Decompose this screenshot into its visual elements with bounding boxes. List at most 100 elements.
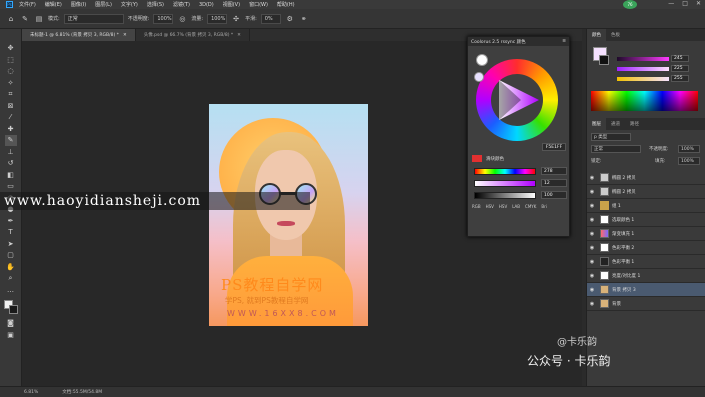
screen-mode-icon[interactable]: ▣ xyxy=(5,330,17,341)
secondary-color-dot[interactable] xyxy=(474,72,484,82)
primary-color-dot[interactable] xyxy=(476,54,488,66)
home-icon[interactable]: ⌂ xyxy=(6,14,16,24)
history-brush-icon[interactable]: ↺ xyxy=(5,158,17,169)
menu-view[interactable]: 视图(V) xyxy=(223,1,240,8)
airbrush-icon[interactable]: ✣ xyxy=(231,14,241,24)
mode-tab[interactable]: HSV xyxy=(486,204,494,209)
green-channel-slider[interactable] xyxy=(617,67,669,71)
tab-paths[interactable]: 路径 xyxy=(625,118,644,130)
tab-layers[interactable]: 图层 xyxy=(587,118,606,130)
stamp-tool-icon[interactable]: ⊥ xyxy=(5,147,17,158)
mode-tab[interactable]: LAB xyxy=(512,204,520,209)
layer-row-active[interactable]: ◉ 背景 拷贝 3 xyxy=(587,283,705,297)
flow-input[interactable]: 100% xyxy=(207,13,228,24)
pen-tool-icon[interactable]: ✒ xyxy=(5,216,17,227)
maximize-icon[interactable]: □ xyxy=(682,0,688,7)
blue-channel-slider[interactable] xyxy=(617,77,669,81)
more-tools-icon[interactable]: … xyxy=(5,285,17,296)
symmetry-icon[interactable]: ⚭ xyxy=(299,14,309,24)
marquee-tool-icon[interactable]: ⬚ xyxy=(5,55,17,66)
fill-input[interactable]: 100% xyxy=(678,157,700,165)
minimize-icon[interactable]: — xyxy=(668,0,674,7)
zoom-tool-icon[interactable]: ⌕ xyxy=(5,273,17,284)
frame-tool-icon[interactable]: ⊠ xyxy=(5,101,17,112)
type-tool-icon[interactable]: T xyxy=(5,227,17,238)
gradient-tool-icon[interactable]: ▭ xyxy=(5,181,17,192)
layer-row[interactable]: ◉ 选取颜色 1 xyxy=(587,213,705,227)
visibility-eye-icon[interactable]: ◉ xyxy=(587,231,597,237)
saturation-field[interactable]: 12 xyxy=(541,179,567,187)
pressure-opacity-icon[interactable]: ◎ xyxy=(177,14,187,24)
menu-help[interactable]: 帮助(H) xyxy=(277,1,295,8)
visibility-eye-icon[interactable]: ◉ xyxy=(587,189,597,195)
panel-menu-icon[interactable]: ≡ xyxy=(562,39,566,44)
menu-edit[interactable]: 编辑(E) xyxy=(45,1,62,8)
tab-channels[interactable]: 通道 xyxy=(606,118,625,130)
layer-opacity-input[interactable]: 100% xyxy=(678,145,700,153)
visibility-eye-icon[interactable]: ◉ xyxy=(587,203,597,209)
visibility-eye-icon[interactable]: ◉ xyxy=(587,287,597,293)
hue-slider[interactable] xyxy=(474,168,536,175)
brush-tool-icon[interactable]: ✎ xyxy=(4,135,17,146)
hex-field[interactable]: F5E1FF xyxy=(542,143,566,151)
mode-tab[interactable]: Bri xyxy=(541,204,547,209)
document-image[interactable]: PS教程自学网 学PS, 就到PS教程自学网 WWW.16XX8.COM xyxy=(209,104,368,326)
menu-type[interactable]: 文字(Y) xyxy=(121,1,138,8)
tab-document-1[interactable]: 未标题-1 @ 6.81% (背景 拷贝 3, RGB/8) * ✕ xyxy=(22,29,136,41)
close-icon[interactable]: ✕ xyxy=(696,0,701,7)
layer-row[interactable]: ◉ 渐变填充 1 xyxy=(587,227,705,241)
mode-tab[interactable]: HSV xyxy=(499,204,507,209)
red-channel-field[interactable]: 245 xyxy=(671,55,689,62)
eyedropper-tool-icon[interactable]: ⁄ xyxy=(5,112,17,123)
color-wheel[interactable] xyxy=(474,59,558,141)
coolorus-header[interactable]: Coolorus 2.5 rssync 颜色 ≡ xyxy=(468,37,569,46)
menu-file[interactable]: 文件(F) xyxy=(19,1,36,8)
brush-settings-icon[interactable]: ▤ xyxy=(34,14,44,24)
opacity-input[interactable]: 100% xyxy=(153,13,174,24)
mode-select[interactable]: 正常 xyxy=(63,13,124,24)
mode-tab[interactable]: CMYK xyxy=(525,204,536,209)
crop-tool-icon[interactable]: ⌗ xyxy=(5,89,17,100)
layer-row[interactable]: ◉ 色彩平衡 2 xyxy=(587,241,705,255)
menu-3d[interactable]: 3D(D) xyxy=(199,2,214,8)
lasso-tool-icon[interactable]: ◌ xyxy=(5,66,17,77)
tab-swatches[interactable]: 色板 xyxy=(606,29,625,41)
saturation-slider[interactable] xyxy=(474,180,536,187)
red-swatch[interactable] xyxy=(472,155,482,162)
visibility-eye-icon[interactable]: ◉ xyxy=(587,259,597,265)
color-triangle[interactable] xyxy=(491,74,543,126)
mode-tab[interactable]: RGB xyxy=(472,204,481,209)
tab-close-icon[interactable]: ✕ xyxy=(237,33,241,38)
bg-color-chip[interactable] xyxy=(599,55,609,65)
layer-row[interactable]: ◉ 背景 xyxy=(587,297,705,311)
red-channel-slider[interactable] xyxy=(617,57,669,61)
smooth-input[interactable]: 0% xyxy=(260,13,281,24)
avatar[interactable]: 76 xyxy=(623,0,637,9)
brightness-slider[interactable] xyxy=(474,192,536,199)
layer-row[interactable]: ◉ 椭圆 2 拷贝 xyxy=(587,185,705,199)
menu-select[interactable]: 选择(S) xyxy=(147,1,164,8)
move-tool-icon[interactable]: ✥ xyxy=(5,43,17,54)
menu-image[interactable]: 图像(I) xyxy=(71,1,86,8)
green-channel-field[interactable]: 225 xyxy=(671,65,689,72)
healing-tool-icon[interactable]: ✚ xyxy=(5,124,17,135)
path-select-tool-icon[interactable]: ➤ xyxy=(5,239,17,250)
quick-select-tool-icon[interactable]: ✧ xyxy=(5,78,17,89)
visibility-eye-icon[interactable]: ◉ xyxy=(587,217,597,223)
visibility-eye-icon[interactable]: ◉ xyxy=(587,301,597,307)
visibility-eye-icon[interactable]: ◉ xyxy=(587,175,597,181)
menu-filter[interactable]: 滤镜(T) xyxy=(173,1,190,8)
tab-close-icon[interactable]: ✕ xyxy=(123,33,127,38)
layer-row[interactable]: ◉ 组 1 xyxy=(587,199,705,213)
hand-tool-icon[interactable]: ✋ xyxy=(5,262,17,273)
eraser-tool-icon[interactable]: ◧ xyxy=(5,170,17,181)
quick-mask-icon[interactable]: ◙ xyxy=(5,318,17,329)
layer-kind-filter[interactable]: p 类型 xyxy=(591,133,631,141)
tab-color[interactable]: 颜色 xyxy=(587,29,606,41)
menu-layer[interactable]: 图层(L) xyxy=(95,1,112,8)
blend-mode-select[interactable]: 正常 xyxy=(591,145,641,153)
brightness-field[interactable]: 100 xyxy=(541,191,567,199)
visibility-eye-icon[interactable]: ◉ xyxy=(587,245,597,251)
tab-document-2[interactable]: 头像.psd @ 66.7% (背景 拷贝 3, RGB/8) * ✕ xyxy=(136,29,250,41)
brush-preset-icon[interactable]: ✎ xyxy=(20,14,30,24)
